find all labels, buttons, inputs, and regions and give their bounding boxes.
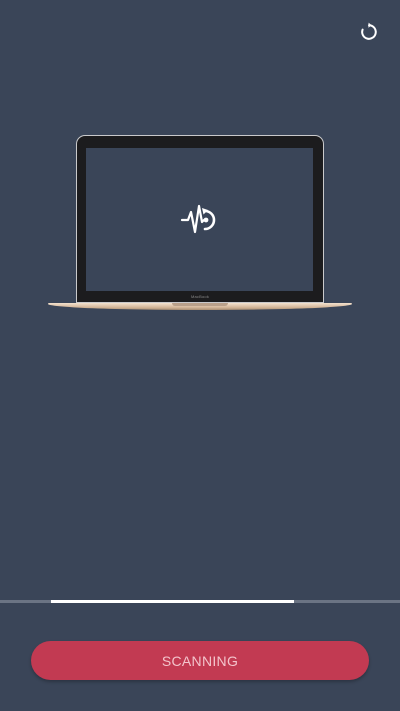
scan-progress-track	[0, 600, 400, 603]
refresh-icon	[361, 22, 377, 40]
scanning-button-label: SCANNING	[161, 652, 239, 669]
heartbeat-refresh-logo-icon	[180, 204, 215, 233]
laptop-notch	[172, 303, 228, 306]
laptop-screen	[86, 148, 313, 291]
scanning-button[interactable]: SCANNING	[31, 641, 369, 680]
laptop-brand-label: MacBook	[190, 294, 210, 299]
laptop-illustration: MacBook	[48, 135, 352, 313]
laptop-lid: MacBook	[76, 135, 324, 303]
scan-progress-fill	[51, 600, 294, 603]
refresh-button[interactable]	[355, 18, 383, 46]
